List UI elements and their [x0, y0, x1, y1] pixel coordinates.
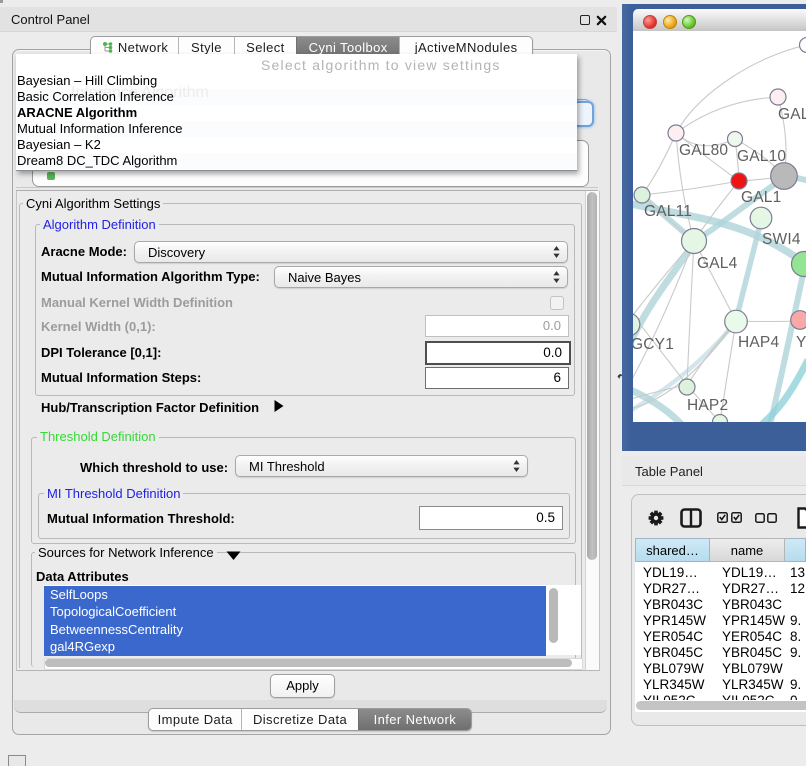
svg-text:GAL1: GAL1	[741, 189, 781, 206]
svg-text:GAL80: GAL80	[679, 142, 728, 159]
svg-text:SWI4: SWI4	[762, 231, 801, 248]
svg-text:Y: Y	[796, 334, 806, 351]
svg-text:GAL7: GAL7	[778, 106, 806, 123]
svg-text:GAL4: GAL4	[697, 255, 738, 272]
svg-text:GCY1: GCY1	[633, 336, 674, 353]
svg-text:GAL11: GAL11	[644, 203, 692, 220]
svg-text:GAL10: GAL10	[737, 148, 786, 165]
svg-text:HAP4: HAP4	[738, 334, 779, 351]
svg-text:HAP2: HAP2	[687, 397, 728, 414]
